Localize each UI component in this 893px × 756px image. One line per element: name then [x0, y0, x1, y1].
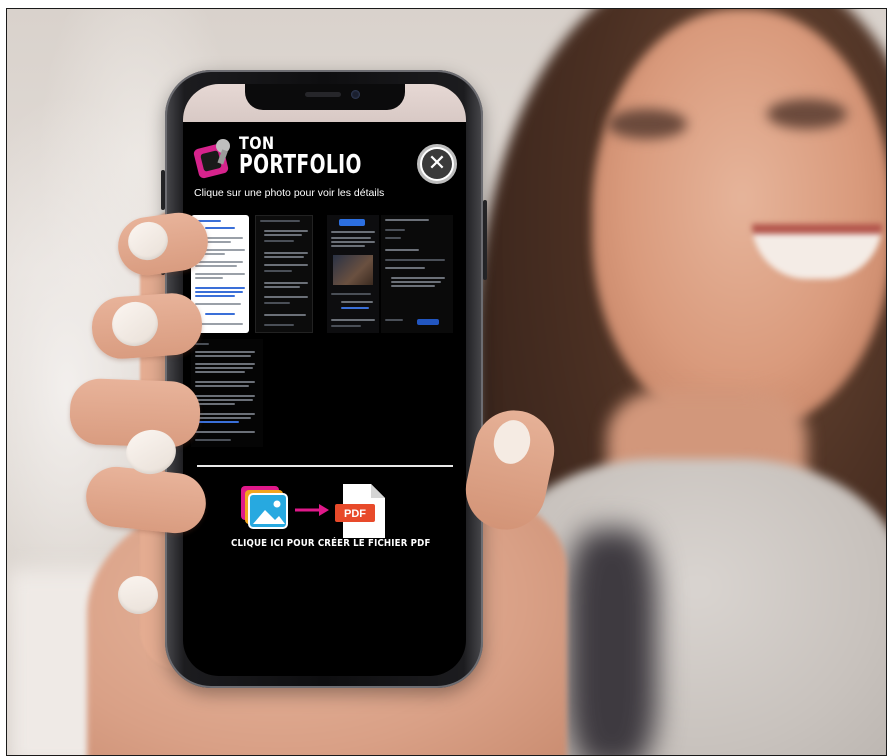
images-to-pdf-icon: PDF — [241, 484, 385, 538]
app-logo: TON PORTFOLIO — [193, 134, 361, 182]
photo-thumbnail[interactable] — [327, 215, 379, 333]
front-camera — [351, 90, 360, 99]
create-pdf-label: CLIQUE ICI POUR CRÉER LE FICHIER PDF — [231, 538, 431, 549]
phone-screen: TON PORTFOLIO ✕ Clique sur une photo pou… — [183, 84, 466, 676]
photo-thumbnail[interactable] — [381, 215, 453, 333]
portfolio-logo-icon — [193, 139, 230, 179]
person-eye — [607, 109, 687, 139]
phone-power-button — [483, 200, 487, 280]
photo-thumbnail[interactable] — [191, 339, 263, 447]
pdf-badge-text: PDF — [344, 508, 366, 520]
close-button[interactable]: ✕ — [417, 144, 457, 184]
photo-thumbnail-grid — [191, 215, 459, 450]
shirt-shadow — [567, 529, 657, 755]
close-circle-icon: ✕ — [422, 149, 452, 179]
section-divider — [197, 465, 453, 467]
person-eye — [767, 99, 847, 129]
person-face — [592, 9, 886, 429]
logo-text-portfolio: PORTFOLIO — [239, 150, 362, 180]
instruction-text: Clique sur une photo pour voir les détai… — [194, 187, 385, 199]
photo-thumbnail[interactable] — [255, 215, 313, 333]
speaker-grille — [305, 92, 341, 97]
phone-notch — [245, 84, 405, 110]
